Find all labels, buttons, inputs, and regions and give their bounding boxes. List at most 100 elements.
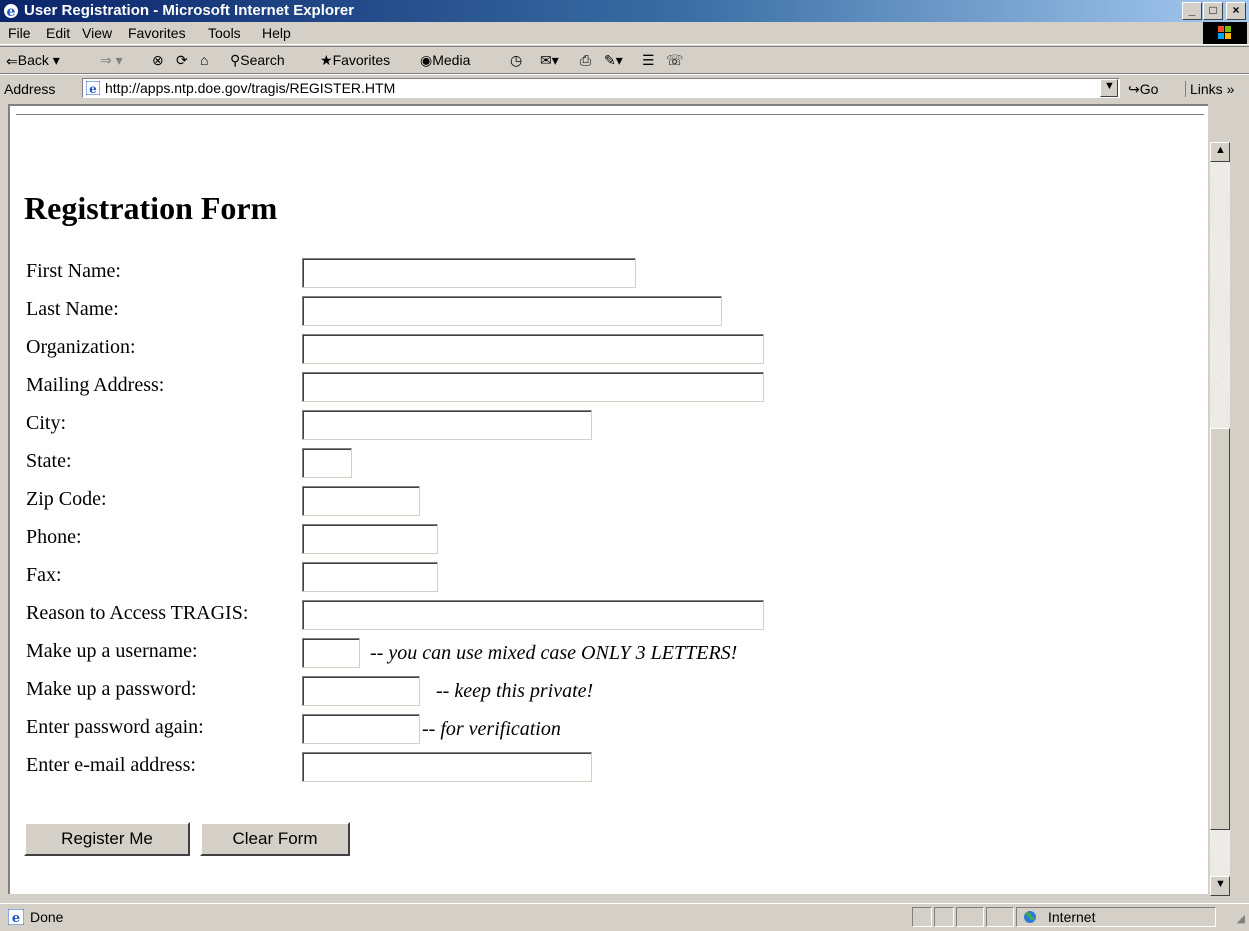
fax-input[interactable] [302, 562, 438, 592]
chevron-down-icon: ▼ [1104, 80, 1115, 92]
menu-favorites[interactable]: Favorites [128, 25, 186, 41]
state-input[interactable] [302, 448, 352, 478]
zip-code-input[interactable] [302, 486, 420, 516]
back-button[interactable]: ⇐Back ▾ [6, 52, 60, 70]
resize-grip-icon[interactable]: ◢ [1237, 912, 1245, 925]
go-button[interactable]: ↪Go [1128, 81, 1158, 98]
menu-bar: File Edit View Favorites Tools Help [0, 22, 1249, 45]
print-icon[interactable]: ⎙ [580, 52, 591, 69]
status-cell [912, 907, 932, 927]
address-dropdown-button[interactable]: ▼ [1100, 79, 1118, 97]
mail-icon[interactable]: ✉▾ [540, 52, 559, 69]
field-reason: Reason to Access TRAGIS: [10, 598, 1190, 632]
history-icon[interactable]: ◷ [510, 52, 522, 69]
field-label: City: [26, 412, 67, 434]
email-input[interactable] [302, 752, 592, 782]
home-icon[interactable]: ⌂ [200, 52, 208, 68]
svg-text:e: e [89, 82, 97, 95]
page-icon: e [86, 81, 100, 95]
go-arrow-icon: ↪ [1128, 81, 1140, 97]
address-bar: Address e http://apps.ntp.doe.gov/tragis… [0, 74, 1249, 103]
field-label: State: [26, 450, 72, 472]
favorites-button[interactable]: ★Favorites [320, 52, 390, 69]
menu-view[interactable]: View [82, 25, 112, 41]
media-button[interactable]: ◉Media [420, 52, 470, 69]
field-state: State: [10, 446, 1190, 480]
edit-icon[interactable]: ✎▾ [604, 52, 623, 69]
last-name-input[interactable] [302, 296, 722, 326]
arrow-down-icon: ▼ [1215, 878, 1226, 890]
username-hint: -- you can use mixed case ONLY 3 LETTERS… [370, 642, 738, 664]
field-organization: Organization: [10, 332, 1190, 366]
menu-file[interactable]: File [8, 25, 31, 41]
close-button[interactable]: × [1226, 2, 1246, 20]
horizontal-rule [16, 114, 1204, 116]
stop-icon[interactable]: ⊗ [152, 52, 164, 69]
password-again-hint: -- for verification [422, 718, 561, 740]
city-input[interactable] [302, 410, 592, 440]
minimize-button[interactable]: _ [1182, 2, 1202, 20]
scroll-up-button[interactable]: ▲ [1210, 142, 1230, 162]
organization-input[interactable] [302, 334, 764, 364]
field-label: Zip Code: [26, 488, 107, 510]
search-button[interactable]: ⚲Search [230, 52, 285, 69]
field-label: Last Name: [26, 298, 119, 320]
page-content: Registration Form First Name: Last Name:… [8, 104, 1208, 894]
globe-icon [1024, 911, 1036, 923]
field-phone: Phone: [10, 522, 1190, 556]
password-again-input[interactable] [302, 714, 420, 744]
register-button[interactable]: Register Me [24, 822, 190, 856]
address-input[interactable]: e http://apps.ntp.doe.gov/tragis/REGISTE… [82, 78, 1120, 98]
links-button[interactable]: Links » [1185, 81, 1234, 97]
refresh-icon[interactable]: ⟳ [176, 52, 188, 69]
window-title: User Registration - Microsoft Internet E… [24, 2, 355, 19]
status-cell [986, 907, 1014, 927]
windows-logo [1203, 22, 1247, 44]
password-input[interactable] [302, 676, 420, 706]
search-icon: ⚲ [230, 52, 241, 68]
favorites-icon: ★ [320, 52, 333, 68]
security-zone-text: Internet [1048, 909, 1096, 925]
discuss-icon[interactable]: ☰ [642, 52, 655, 69]
field-label: First Name: [26, 260, 121, 282]
svg-text:e: e [12, 911, 20, 925]
field-label: Reason to Access TRAGIS: [26, 602, 249, 624]
scroll-thumb[interactable] [1210, 428, 1230, 830]
field-username: Make up a username: -- you can use mixed… [10, 636, 1190, 670]
mailing-address-input[interactable] [302, 372, 764, 402]
password-hint: -- keep this private! [436, 680, 594, 702]
status-cell [934, 907, 954, 927]
menu-help[interactable]: Help [262, 25, 291, 41]
status-bar: e Done Internet ◢ [0, 903, 1249, 931]
first-name-input[interactable] [302, 258, 636, 288]
status-cell [956, 907, 984, 927]
arrow-up-icon: ▲ [1215, 144, 1226, 156]
windows-flag-icon [1218, 26, 1231, 39]
username-input[interactable] [302, 638, 360, 668]
field-label: Organization: [26, 336, 136, 358]
reason-input[interactable] [302, 600, 764, 630]
clear-form-button[interactable]: Clear Form [200, 822, 350, 856]
ie-icon: e [4, 4, 18, 19]
forward-button[interactable]: ⇒ ▾ [100, 52, 123, 69]
page-title: Registration Form [24, 190, 278, 226]
field-password: Make up a password: -- keep this private… [10, 674, 1190, 708]
messenger-icon[interactable]: ☏ [666, 52, 684, 69]
field-fax: Fax: [10, 560, 1190, 594]
title-bar[interactable]: e User Registration - Microsoft Internet… [0, 0, 1249, 22]
field-label: Phone: [26, 526, 82, 548]
scroll-down-button[interactable]: ▼ [1210, 876, 1230, 896]
menu-edit[interactable]: Edit [46, 25, 70, 41]
page-done-icon: e [8, 909, 24, 925]
back-arrow-icon: ⇐ [6, 52, 18, 69]
field-password-again: Enter password again: -- for verificatio… [10, 712, 1190, 746]
menu-tools[interactable]: Tools [208, 25, 241, 41]
field-zip-code: Zip Code: [10, 484, 1190, 518]
field-last-name: Last Name: [10, 294, 1190, 328]
field-label: Make up a password: [26, 678, 197, 700]
maximize-button[interactable]: □ [1203, 2, 1223, 20]
address-label: Address [4, 81, 56, 97]
field-label: Enter e-mail address: [26, 754, 196, 776]
vertical-scrollbar[interactable]: ▲ ▼ [1210, 142, 1230, 896]
phone-input[interactable] [302, 524, 438, 554]
